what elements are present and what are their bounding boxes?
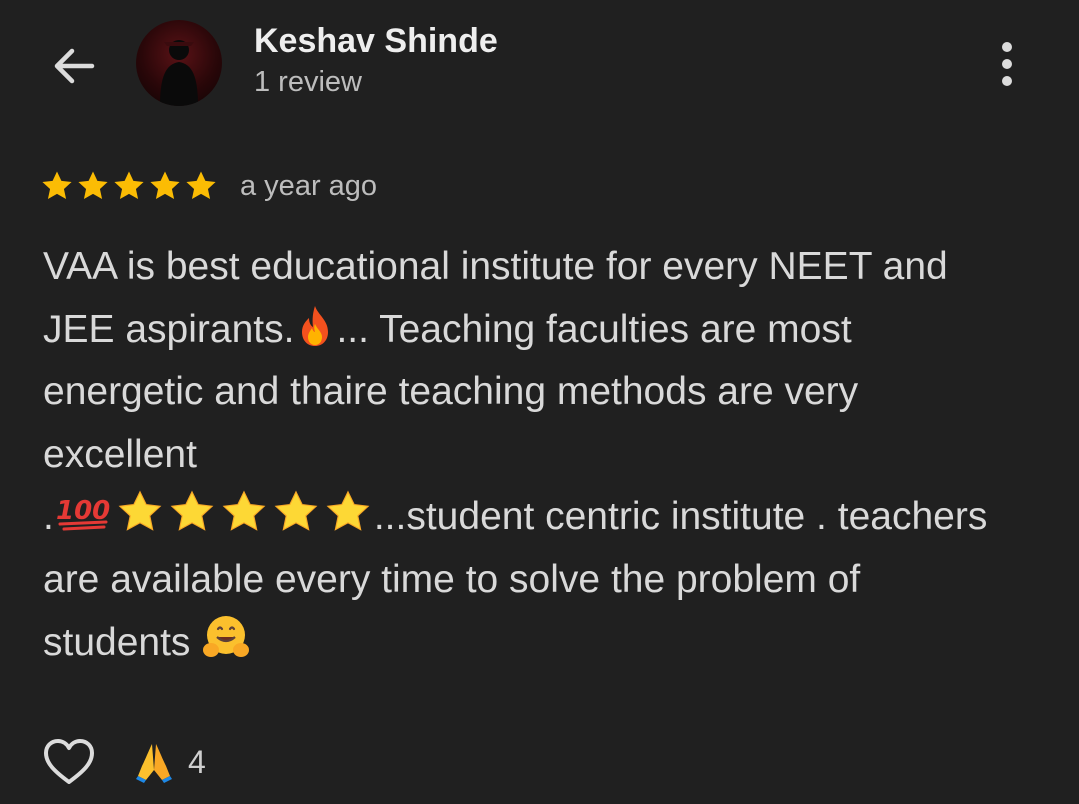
review-line: VAA is best educational institute for ev… (43, 245, 948, 288)
reaction-count: 4 (188, 743, 206, 780)
review-actions: 4 (40, 732, 206, 792)
review-line: JEE aspirants.... Teaching faculties are… (43, 299, 1053, 362)
folded-hands-emoji (136, 744, 172, 783)
like-button[interactable] (40, 733, 98, 791)
star-icon (78, 171, 108, 200)
star-icon (150, 171, 180, 200)
fire-emoji (302, 305, 329, 346)
review-line: excellent (43, 432, 197, 476)
reaction-button[interactable]: 4 (134, 740, 206, 784)
review-line: are available every time to solve the pr… (43, 557, 861, 601)
more-options-button[interactable] (982, 36, 1032, 92)
star-icon (42, 171, 72, 200)
star-emoji (170, 490, 214, 532)
star-emoji (326, 490, 370, 532)
hugging-face-emoji (203, 615, 250, 657)
review-text: VAA is best educational institute for ev… (43, 236, 1053, 674)
review-header: Keshav Shinde 1 review (0, 0, 1079, 130)
heart-outline-icon (44, 739, 94, 784)
star-emoji (222, 490, 266, 532)
star-emoji (118, 490, 162, 532)
avatar[interactable] (136, 20, 222, 106)
more-vert-icon (1002, 42, 1012, 52)
avatar-silhouette (160, 40, 198, 106)
star-icon (114, 171, 144, 200)
back-button[interactable] (44, 36, 104, 96)
hundred-points-emoji: 100 (56, 496, 110, 531)
star-icon (186, 171, 216, 200)
review-line: students (43, 612, 1053, 675)
star-emoji (274, 490, 318, 532)
star-rating (40, 169, 218, 203)
reviewer-review-count: 1 review (254, 66, 362, 98)
reviewer-name[interactable]: Keshav Shinde (254, 22, 498, 61)
review-line: . 100 ...student centric institute . teach… (43, 486, 1053, 549)
rating-row: a year ago (40, 166, 377, 206)
review-line: energetic and thaire teaching methods ar… (43, 370, 859, 414)
review-timestamp: a year ago (240, 169, 378, 202)
arrow-left-icon (54, 48, 95, 84)
emoji-star-group (114, 490, 374, 538)
